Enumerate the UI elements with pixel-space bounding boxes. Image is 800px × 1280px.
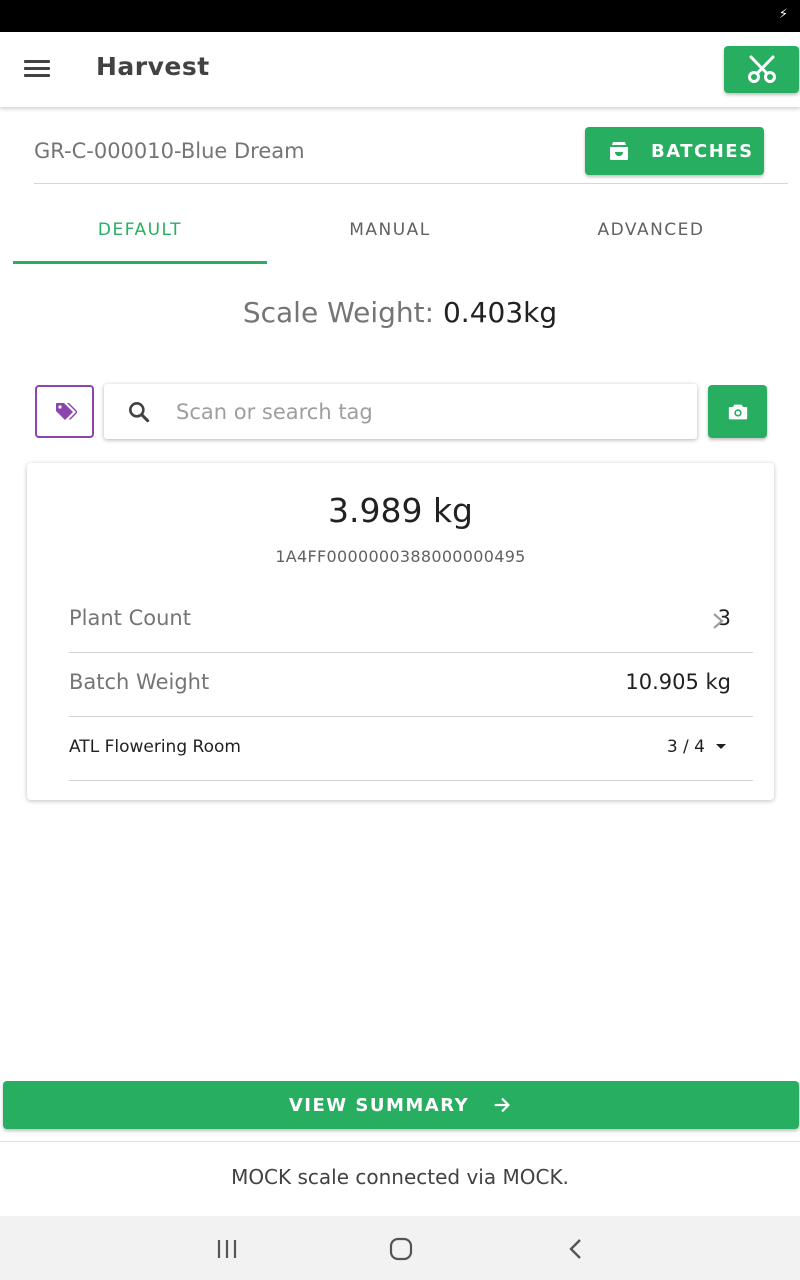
- footer-divider: [0, 1141, 800, 1142]
- scale-weight: Scale Weight: 0.403kg: [0, 296, 800, 329]
- scale-connection-status: MOCK scale connected via MOCK.: [231, 1165, 569, 1189]
- view-summary-button[interactable]: VIEW SUMMARY: [3, 1081, 799, 1129]
- batch-selector: GR-C-000010-Blue Dream BATCHES: [34, 124, 788, 184]
- tag-button[interactable]: [35, 385, 94, 438]
- home-icon[interactable]: [386, 1234, 416, 1264]
- room-selector-row[interactable]: ATL Flowering Room 3 / 4: [69, 717, 753, 781]
- tab-default[interactable]: DEFAULT: [13, 196, 267, 264]
- tag-icon: [55, 402, 77, 420]
- status-bar: ⚡: [0, 0, 800, 32]
- scissors-icon: [747, 55, 776, 83]
- charging-icon: ⚡: [778, 7, 788, 22]
- room-label: ATL Flowering Room: [69, 737, 241, 757]
- batch-weight-row: Batch Weight 10.905 kg: [69, 653, 753, 717]
- tag-search-input[interactable]: [176, 384, 676, 439]
- room-value: 3 / 4: [666, 737, 705, 757]
- scale-weight-value: 0.403kg: [442, 296, 558, 329]
- plant-card: 3.989 kg 1A4FF0000000388000000495 Plant …: [27, 463, 774, 800]
- camera-icon: [728, 404, 747, 419]
- app-bar: Harvest: [0, 32, 800, 107]
- page-title: Harvest: [96, 52, 210, 81]
- search-icon: [129, 402, 150, 423]
- tag-search-field: [104, 384, 697, 439]
- arrow-right-icon: [494, 1097, 511, 1113]
- batches-button-label: BATCHES: [651, 140, 754, 162]
- menu-button[interactable]: [22, 54, 52, 84]
- tab-advanced[interactable]: ADVANCED: [513, 196, 789, 264]
- plant-tag-id: 1A4FF0000000388000000495: [275, 547, 526, 566]
- hamburger-menu-icon: [24, 60, 50, 63]
- recent-apps-icon[interactable]: [212, 1234, 242, 1264]
- caret-down-icon: [716, 744, 726, 749]
- archive-tray-icon: [610, 142, 628, 160]
- camera-scan-button[interactable]: [708, 385, 767, 438]
- system-navigation-bar: [0, 1216, 800, 1280]
- batch-name: GR-C-000010-Blue Dream: [34, 139, 305, 163]
- plant-count-label: Plant Count: [69, 606, 191, 630]
- batches-button[interactable]: BATCHES: [585, 127, 764, 175]
- harvest-action-button[interactable]: [724, 46, 799, 93]
- plant-count-row[interactable]: Plant Count 3: [69, 589, 753, 653]
- batch-weight-label: Batch Weight: [69, 670, 210, 694]
- batch-weight-value: 10.905 kg: [625, 670, 731, 694]
- view-summary-label: VIEW SUMMARY: [288, 1094, 470, 1116]
- plant-weight: 3.989 kg: [327, 491, 474, 530]
- tab-manual[interactable]: MANUAL: [267, 196, 513, 264]
- mode-tabs: DEFAULT MANUAL ADVANCED: [13, 196, 787, 264]
- chevron-right-icon: [713, 613, 724, 629]
- active-tab-indicator: [13, 261, 267, 264]
- back-icon[interactable]: [561, 1234, 591, 1264]
- scale-weight-label: Scale Weight:: [242, 296, 435, 329]
